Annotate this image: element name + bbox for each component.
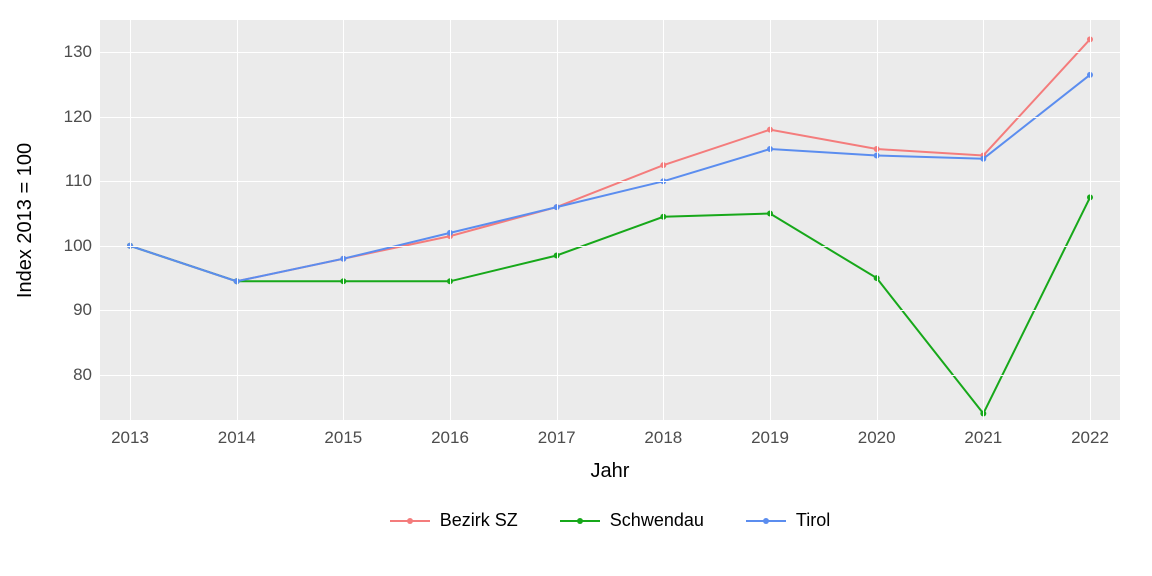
y-tick-label: 80: [73, 365, 92, 385]
grid-line-v: [450, 20, 451, 420]
legend-label: Bezirk SZ: [440, 510, 518, 531]
grid-line-h: [100, 181, 1120, 182]
plot-area: 8090100110120130201320142015201620172018…: [100, 20, 1120, 420]
x-tick-label: 2021: [964, 428, 1002, 448]
y-tick-label: 100: [64, 236, 92, 256]
grid-line-h: [100, 375, 1120, 376]
chart-container: Index 2013 = 100 80901001101201302013201…: [0, 0, 1152, 576]
x-tick-label: 2020: [858, 428, 896, 448]
grid-line-v: [1090, 20, 1091, 420]
x-axis-title-text: Jahr: [591, 460, 630, 482]
legend-item: Schwendau: [560, 510, 704, 531]
grid-line-v: [557, 20, 558, 420]
legend-item: Tirol: [746, 510, 830, 531]
grid-line-v: [343, 20, 344, 420]
x-tick-label: 2016: [431, 428, 469, 448]
grid-line-h: [100, 310, 1120, 311]
y-axis-title: Index 2013 = 100: [12, 20, 40, 420]
legend-swatch: [390, 512, 430, 530]
legend-item: Bezirk SZ: [390, 510, 518, 531]
grid-line-v: [130, 20, 131, 420]
grid-line-v: [237, 20, 238, 420]
x-tick-label: 2018: [644, 428, 682, 448]
x-tick-label: 2022: [1071, 428, 1109, 448]
series-line: [130, 197, 1090, 413]
series-line: [130, 75, 1090, 281]
y-axis-title-text: Index 2013 = 100: [15, 142, 38, 297]
legend-label: Schwendau: [610, 510, 704, 531]
x-tick-label: 2015: [324, 428, 362, 448]
legend-label: Tirol: [796, 510, 830, 531]
y-tick-label: 90: [73, 300, 92, 320]
grid-line-h: [100, 117, 1120, 118]
x-axis-title: Jahr: [100, 460, 1120, 483]
x-tick-label: 2017: [538, 428, 576, 448]
x-tick-label: 2013: [111, 428, 149, 448]
legend-swatch: [746, 512, 786, 530]
grid-line-v: [983, 20, 984, 420]
grid-line-h: [100, 52, 1120, 53]
grid-line-v: [877, 20, 878, 420]
grid-line-v: [770, 20, 771, 420]
legend: Bezirk SZ Schwendau Tirol: [100, 510, 1120, 531]
y-tick-label: 110: [65, 171, 92, 191]
series-layer: [100, 20, 1120, 420]
grid-line-v: [663, 20, 664, 420]
legend-swatch: [560, 512, 600, 530]
grid-line-h: [100, 246, 1120, 247]
x-tick-label: 2014: [218, 428, 256, 448]
x-tick-label: 2019: [751, 428, 789, 448]
y-tick-label: 130: [64, 42, 92, 62]
y-tick-label: 120: [64, 107, 92, 127]
